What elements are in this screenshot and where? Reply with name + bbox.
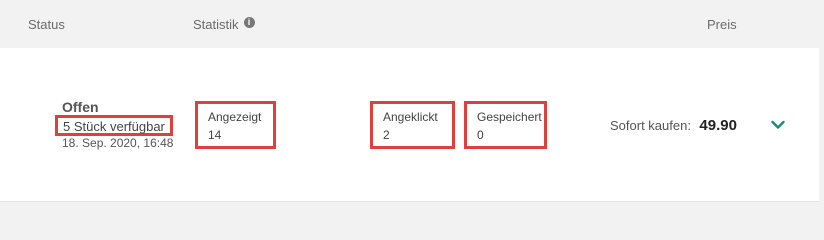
column-header-status: Status	[28, 17, 65, 32]
column-header-statistik: Statistik i	[193, 17, 255, 32]
stat-saved: Gespeichert 0	[464, 101, 547, 149]
stat-clicked-value: 2	[383, 128, 390, 142]
stat-shown-label: Angezeigt	[208, 110, 262, 124]
stat-shown: Angezeigt 14	[195, 101, 276, 149]
stat-shown-value: 14	[208, 128, 222, 142]
listing-date: 18. Sep. 2020, 16:48	[62, 136, 174, 150]
column-header-preis: Preis	[707, 17, 737, 32]
price-label: Sofort kaufen:	[610, 118, 691, 133]
price-value: 49.90	[699, 117, 737, 134]
stat-saved-label: Gespeichert	[477, 110, 542, 124]
stat-clicked: Angeklickt 2	[370, 101, 455, 149]
table-header: Status Statistik i Preis	[0, 0, 824, 48]
availability-highlight: 5 Stück verfügbar	[55, 115, 173, 136]
price: Sofort kaufen: 49.90	[610, 117, 737, 135]
listing-row: Offen 5 Stück verfügbar 18. Sep. 2020, 1…	[0, 48, 819, 202]
info-icon[interactable]: i	[243, 17, 255, 28]
column-header-statistik-label: Statistik	[193, 17, 239, 32]
status-text: Offen	[62, 99, 99, 115]
chevron-down-icon[interactable]	[771, 120, 785, 130]
availability-text: 5 Stück verfügbar	[63, 119, 165, 134]
status-title: Offen	[62, 99, 99, 115]
stat-clicked-label: Angeklickt	[383, 110, 438, 124]
stat-saved-value: 0	[477, 128, 484, 142]
